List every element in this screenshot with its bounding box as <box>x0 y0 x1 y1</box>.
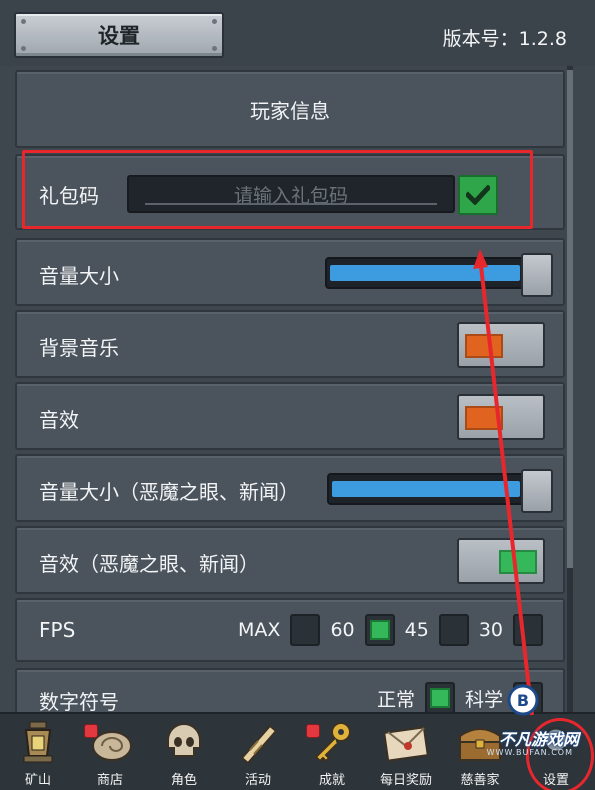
checkmark-icon <box>466 185 490 205</box>
nav-item-philanthropist[interactable]: 慈善家 <box>444 714 516 790</box>
news-volume-row: 音量大小（恶魔之眼、新闻） <box>15 454 565 522</box>
fps-30-checkbox[interactable] <box>513 614 543 646</box>
number-format-scientific-checkbox[interactable] <box>513 682 543 712</box>
envelope-icon <box>383 726 429 762</box>
master-volume-row: 音量大小 <box>15 238 565 306</box>
settings-title-tab: 设置 <box>14 12 224 58</box>
nav-item-daily-reward[interactable]: 每日奖励 <box>370 714 442 790</box>
fps-60-checkbox[interactable] <box>364 614 395 646</box>
sfx-label: 音效 <box>39 408 79 432</box>
nav-label: 慈善家 <box>460 773 500 788</box>
player-info-button[interactable]: 玩家信息 <box>15 70 565 148</box>
nav-label: 商店 <box>96 773 123 788</box>
news-volume-slider[interactable] <box>327 469 553 513</box>
number-format-options: 正常 科学 <box>377 682 543 712</box>
rivet-decoration <box>212 46 217 51</box>
news-volume-knob[interactable] <box>521 469 553 513</box>
sfx-toggle[interactable] <box>457 394 545 440</box>
rivet-decoration <box>21 46 26 51</box>
nav-label: 每日奖励 <box>379 773 432 788</box>
nav-item-settings[interactable]: 设置 <box>520 714 592 790</box>
fps-option-label: 30 <box>478 619 503 641</box>
page-title: 设置 <box>98 24 140 48</box>
input-underline <box>145 203 437 205</box>
fps-row: FPS MAX 60 45 30 <box>15 598 565 662</box>
number-format-option-label: 科学 <box>464 688 503 711</box>
version-label: 版本号：1.2.8 <box>442 28 567 50</box>
fps-option-label: 45 <box>404 619 429 641</box>
scroll-icon <box>240 724 278 765</box>
bgm-label: 背景音乐 <box>39 336 119 360</box>
gift-code-input[interactable]: 请输入礼包码 <box>127 175 455 213</box>
nav-label: 成就 <box>318 773 345 788</box>
master-volume-fill <box>330 265 520 281</box>
sfx-row: 音效 <box>15 382 565 450</box>
news-volume-fill <box>332 481 520 497</box>
nav-item-achievements[interactable]: 成就 <box>296 714 368 790</box>
skull-icon <box>167 723 201 757</box>
gift-code-label: 礼包码 <box>39 184 99 208</box>
fps-option-label: MAX <box>238 619 281 641</box>
fps-max-checkbox[interactable] <box>290 614 321 646</box>
master-volume-knob[interactable] <box>521 253 553 297</box>
number-format-option-label: 正常 <box>376 688 415 711</box>
lantern-icon <box>23 721 53 763</box>
number-format-label: 数字符号 <box>39 690 119 712</box>
player-info-label: 玩家信息 <box>250 98 330 123</box>
chest-icon <box>459 728 501 761</box>
rivet-decoration <box>212 19 217 24</box>
scrollbar-thumb[interactable] <box>567 70 573 568</box>
toggle-indicator <box>499 550 537 574</box>
master-volume-slider[interactable] <box>325 253 553 297</box>
bgm-row: 背景音乐 <box>15 310 565 378</box>
notification-badge <box>306 724 320 738</box>
header: 设置 版本号：1.2.8 <box>0 0 595 66</box>
news-sfx-label: 音效（恶魔之眼、新闻） <box>39 552 259 576</box>
fps-option-label: 60 <box>330 619 355 641</box>
nav-label: 活动 <box>244 773 271 788</box>
settings-icon <box>542 726 570 754</box>
fps-label: FPS <box>39 618 76 642</box>
news-sfx-row: 音效（恶魔之眼、新闻） <box>15 526 565 594</box>
number-format-normal-checkbox[interactable] <box>424 682 455 712</box>
scrollbar[interactable] <box>567 66 573 712</box>
nav-item-mine[interactable]: 矿山 <box>2 714 74 790</box>
bottom-nav: 矿山 商店 角色 活动 成就 每日奖励 慈善家 设置 <box>0 712 595 790</box>
toggle-indicator <box>465 406 503 430</box>
nav-item-shop[interactable]: 商店 <box>74 714 146 790</box>
gift-code-confirm-button[interactable] <box>458 175 498 215</box>
nav-label: 矿山 <box>24 773 51 788</box>
fps-options: MAX 60 45 30 <box>238 614 543 646</box>
news-sfx-toggle[interactable] <box>457 538 545 584</box>
settings-screen: 设置 版本号：1.2.8 玩家信息 礼包码 请输入礼包码 音量大小 背景音乐 音… <box>0 0 595 790</box>
fps-45-checkbox[interactable] <box>438 614 469 646</box>
nav-item-events[interactable]: 活动 <box>222 714 294 790</box>
rivet-decoration <box>21 19 26 24</box>
toggle-indicator <box>465 334 503 358</box>
number-format-row: 数字符号 正常 科学 <box>15 668 565 712</box>
notification-badge <box>84 724 98 738</box>
master-volume-label: 音量大小 <box>39 264 119 288</box>
settings-list[interactable]: 玩家信息 礼包码 请输入礼包码 音量大小 背景音乐 音效 音量大小（恶魔之眼、新… <box>0 66 595 712</box>
nav-label: 设置 <box>542 773 569 788</box>
gift-code-row: 礼包码 请输入礼包码 <box>15 154 565 230</box>
bgm-toggle[interactable] <box>457 322 545 368</box>
news-volume-label: 音量大小（恶魔之眼、新闻） <box>39 480 299 504</box>
nav-label: 角色 <box>170 773 197 788</box>
nav-item-character[interactable]: 角色 <box>148 714 220 790</box>
